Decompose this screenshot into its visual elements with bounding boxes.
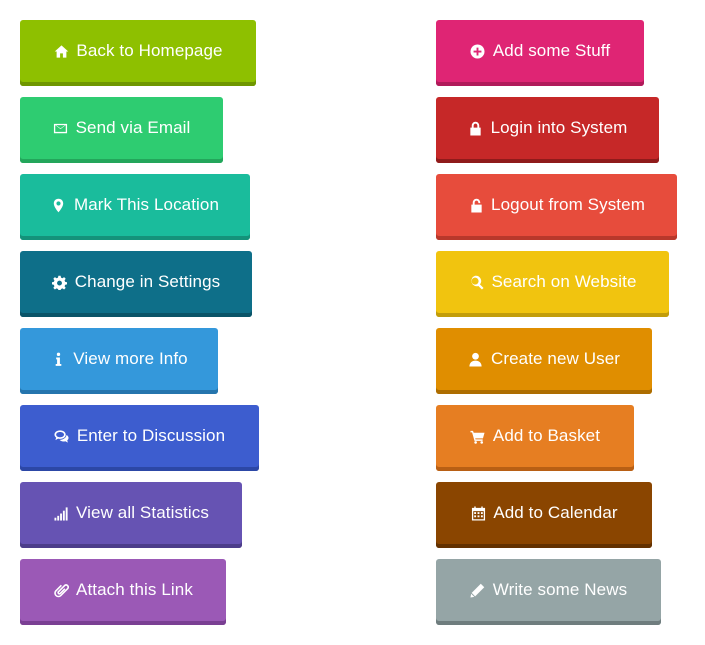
signal-icon <box>53 505 69 521</box>
send-via-email-button[interactable]: Send via Email <box>20 97 223 163</box>
button-label: Back to Homepage <box>76 41 223 60</box>
pencil-icon <box>470 582 486 598</box>
unlock-icon <box>468 197 484 213</box>
enter-to-discussion-button[interactable]: Enter to Discussion <box>20 405 259 471</box>
search-icon <box>468 274 484 290</box>
write-some-news-button[interactable]: Write some News <box>436 559 661 625</box>
button-label: Change in Settings <box>74 272 221 291</box>
lock-icon <box>468 120 484 136</box>
back-to-homepage-button[interactable]: Back to Homepage <box>20 20 256 86</box>
create-new-user-button[interactable]: Create new User <box>436 328 652 394</box>
mark-this-location-button[interactable]: Mark This Location <box>20 174 250 240</box>
attach-this-link-button[interactable]: Attach this Link <box>20 559 226 625</box>
left-button-column: Back to Homepage Send via Email Mark This … <box>20 20 259 636</box>
add-to-calendar-button[interactable]: Add to Calendar <box>436 482 652 548</box>
button-label: Add to Calendar <box>493 503 618 522</box>
right-button-column: Add some Stuff Login into System Logout fr… <box>436 20 677 636</box>
cart-icon <box>470 428 486 444</box>
gear-icon <box>52 274 68 290</box>
map-marker-icon <box>51 197 67 213</box>
change-in-settings-button[interactable]: Change in Settings <box>20 251 252 317</box>
button-label: View more Info <box>73 349 188 368</box>
plus-circle-icon <box>470 43 486 59</box>
info-icon <box>50 351 66 367</box>
home-icon <box>53 43 69 59</box>
button-label: Send via Email <box>75 118 191 137</box>
button-label: Create new User <box>490 349 621 368</box>
login-into-system-button[interactable]: Login into System <box>436 97 659 163</box>
user-icon <box>468 351 484 367</box>
button-label: Login into System <box>490 118 628 137</box>
calendar-icon <box>470 505 486 521</box>
paperclip-icon <box>53 582 69 598</box>
button-label: Add some Stuff <box>492 41 611 60</box>
add-some-stuff-button[interactable]: Add some Stuff <box>436 20 644 86</box>
button-label: Attach this Link <box>76 580 193 599</box>
view-all-statistics-button[interactable]: View all Statistics <box>20 482 242 548</box>
view-more-info-button[interactable]: View more Info <box>20 328 218 394</box>
envelope-icon <box>53 120 69 136</box>
comments-icon <box>54 428 70 444</box>
button-label: Enter to Discussion <box>76 426 226 445</box>
add-to-basket-button[interactable]: Add to Basket <box>436 405 634 471</box>
logout-from-system-button[interactable]: Logout from System <box>436 174 677 240</box>
button-label: Add to Basket <box>492 426 601 445</box>
button-label: Logout from System <box>491 195 645 214</box>
button-label: Write some News <box>492 580 628 599</box>
button-label: Search on Website <box>491 272 637 291</box>
button-label: Mark This Location <box>73 195 220 214</box>
search-on-website-button[interactable]: Search on Website <box>436 251 669 317</box>
button-label: View all Statistics <box>76 503 209 522</box>
